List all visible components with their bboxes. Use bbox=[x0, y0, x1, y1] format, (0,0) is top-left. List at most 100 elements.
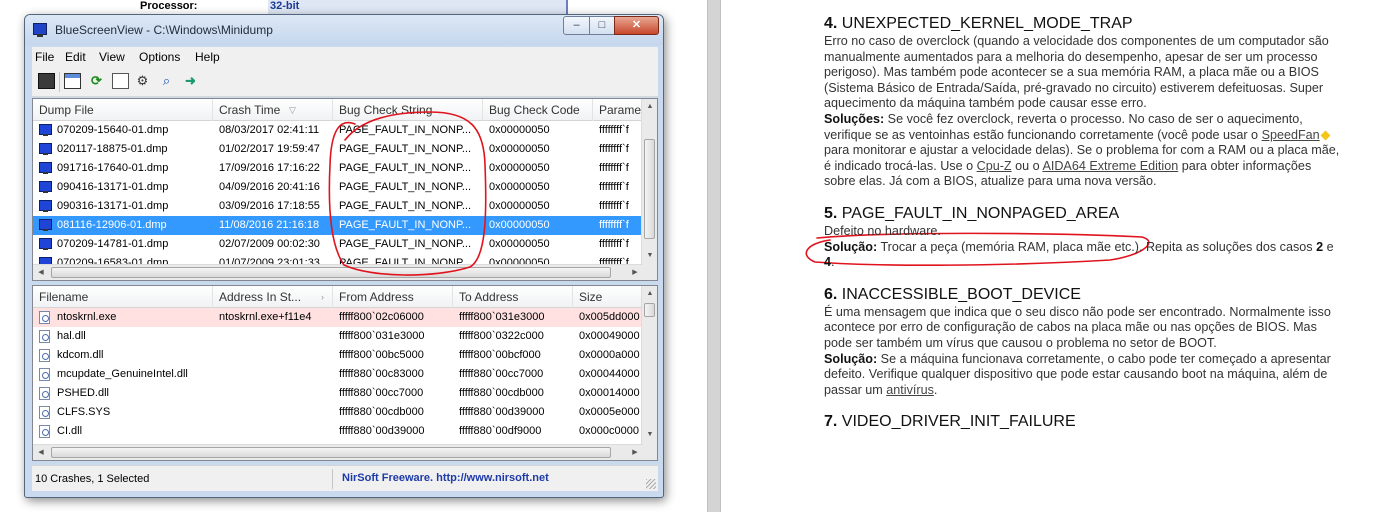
column-address-in-stack[interactable]: Address In St... › bbox=[213, 286, 333, 308]
driver-file-icon bbox=[39, 330, 50, 343]
driver-row[interactable]: kdcom.dll fffff800`00bc5000 fffff800`00bcf… bbox=[33, 346, 643, 365]
scroll-thumb[interactable] bbox=[644, 303, 655, 317]
crash-row[interactable]: 081116-12906-01.dmp 11/08/2016 21:16:18 PA… bbox=[33, 216, 643, 235]
menu-help[interactable]: Help bbox=[195, 50, 220, 64]
column-filename[interactable]: Filename bbox=[33, 286, 213, 308]
menu-file[interactable]: File bbox=[35, 50, 54, 64]
menu-options[interactable]: Options bbox=[139, 50, 180, 64]
section-4-solution: Soluções: Se você fez overclock, reverta… bbox=[824, 111, 1340, 189]
crash-time-cell: 04/09/2016 20:41:16 bbox=[219, 181, 320, 193]
speedfan-link[interactable]: SpeedFan bbox=[1262, 128, 1320, 142]
driver-list-vertical-scrollbar[interactable]: ▲ ▼ bbox=[641, 286, 657, 460]
close-button[interactable]: ✕ bbox=[614, 16, 659, 35]
dump-file-cell: 070209-15640-01.dmp bbox=[57, 124, 169, 136]
address-in-stack-cell bbox=[219, 327, 331, 346]
driver-row[interactable]: mcupdate_GenuineIntel.dll fffff880`00c830… bbox=[33, 365, 643, 384]
sort-indicator-icon: ▽ bbox=[289, 105, 296, 115]
bug-check-string-cell: PAGE_FAULT_IN_NONP... bbox=[339, 124, 472, 136]
dump-file-icon bbox=[39, 200, 52, 212]
crash-row[interactable]: 090416-13171-01.dmp 04/09/2016 20:41:16 PA… bbox=[33, 178, 643, 197]
bluescreenview-window: BlueScreenView - C:\Windows\Minidump – □… bbox=[24, 14, 664, 498]
driver-row[interactable]: PSHED.dll fffff880`00cc7000 fffff880`00cdb… bbox=[33, 384, 643, 403]
scroll-left-arrow-icon[interactable]: ◀ bbox=[33, 445, 49, 460]
section-heading-6: 6. INACCESSIBLE_BOOT_DEVICE bbox=[824, 285, 1081, 303]
menu-view[interactable]: View bbox=[99, 50, 125, 64]
status-bar: 10 Crashes, 1 Selected NirSoft Freeware.… bbox=[32, 465, 658, 491]
nirsoft-link[interactable]: NirSoft Freeware. http://www.nirsoft.net bbox=[342, 472, 549, 484]
resize-grip-icon[interactable] bbox=[646, 479, 656, 489]
driver-file-icon bbox=[39, 368, 50, 381]
address-in-stack-cell bbox=[219, 403, 331, 422]
column-bug-check-string[interactable]: Bug Check String bbox=[333, 99, 483, 121]
crash-row[interactable]: 020117-18875-01.dmp 01/02/2017 19:59:47 PA… bbox=[33, 140, 643, 159]
size-cell: 0x000c0000 bbox=[579, 425, 639, 437]
column-dump-file[interactable]: Dump File bbox=[33, 99, 213, 121]
window-title: BlueScreenView - C:\Windows\Minidump bbox=[55, 23, 273, 37]
title-bar[interactable]: BlueScreenView - C:\Windows\Minidump – □… bbox=[25, 15, 663, 45]
section-5-body: Defeito no hardware. bbox=[824, 223, 941, 238]
bug-check-code-cell: 0x00000050 bbox=[489, 181, 550, 193]
crash-list-vertical-scrollbar[interactable]: ▲ ▼ bbox=[641, 99, 657, 280]
scroll-down-arrow-icon[interactable]: ▼ bbox=[642, 427, 657, 443]
aida64-link[interactable]: AIDA64 Extreme Edition bbox=[1042, 159, 1178, 173]
column-from-address[interactable]: From Address bbox=[333, 286, 453, 308]
parameter-cell: ffffffff`f bbox=[599, 200, 629, 212]
column-bug-check-code[interactable]: Bug Check Code bbox=[483, 99, 593, 121]
section-heading-4: 4. UNEXPECTED_KERNEL_MODE_TRAP bbox=[824, 15, 1133, 32]
refresh-icon[interactable]: ⟳ bbox=[88, 73, 105, 89]
address-in-stack-cell bbox=[219, 422, 331, 441]
crash-row[interactable]: 070209-15640-01.dmp 08/03/2017 02:41:11 PA… bbox=[33, 121, 643, 140]
dump-file-cell: 091716-17640-01.dmp bbox=[57, 162, 169, 174]
column-crash-time[interactable]: Crash Time ▽ bbox=[213, 99, 333, 121]
bug-check-code-cell: 0x00000050 bbox=[489, 238, 550, 250]
parameter-cell: ffffffff`f bbox=[599, 181, 629, 193]
driver-list-header: Filename Address In St... › From Address … bbox=[33, 286, 657, 308]
scroll-thumb[interactable] bbox=[644, 139, 655, 239]
crash-row[interactable]: 090316-13171-01.dmp 03/09/2016 17:18:55 PA… bbox=[33, 197, 643, 216]
crash-time-cell: 02/07/2009 00:02:30 bbox=[219, 238, 320, 250]
dump-file-icon bbox=[39, 162, 52, 174]
crash-time-cell: 11/08/2016 21:16:18 bbox=[219, 219, 320, 231]
menu-edit[interactable]: Edit bbox=[65, 50, 86, 64]
filename-cell: PSHED.dll bbox=[57, 387, 109, 399]
driver-row[interactable]: ntoskrnl.exe ntoskrnl.exe+f11e4 fffff800`0… bbox=[33, 308, 643, 327]
minimize-button[interactable]: – bbox=[563, 16, 590, 35]
page-gutter bbox=[707, 0, 721, 512]
column-to-address[interactable]: To Address bbox=[453, 286, 573, 308]
crash-list-horizontal-scrollbar[interactable]: ◀ ▶ bbox=[33, 264, 643, 280]
exit-icon[interactable]: ➜ bbox=[182, 73, 199, 89]
copy-icon[interactable] bbox=[112, 73, 129, 89]
driver-file-icon bbox=[39, 387, 50, 400]
scroll-down-arrow-icon[interactable]: ▼ bbox=[642, 248, 657, 264]
to-address-cell: fffff880`00df9000 bbox=[459, 425, 542, 437]
save-icon[interactable] bbox=[38, 73, 55, 89]
antivirus-link[interactable]: antivírus bbox=[886, 383, 934, 397]
find-icon[interactable]: ⌕ bbox=[158, 73, 175, 89]
from-address-cell: fffff880`00cdb000 bbox=[339, 406, 424, 418]
from-address-cell: fffff800`00bc5000 bbox=[339, 349, 424, 361]
column-crash-time-label: Crash Time bbox=[219, 103, 281, 117]
scroll-right-arrow-icon[interactable]: ▶ bbox=[627, 265, 643, 280]
cpu-z-link[interactable]: Cpu-Z bbox=[977, 159, 1012, 173]
properties-icon[interactable]: ⚙ bbox=[134, 73, 151, 89]
driver-row[interactable]: CLFS.SYS fffff880`00cdb000 fffff880`00d390… bbox=[33, 403, 643, 422]
scroll-thumb[interactable] bbox=[51, 447, 611, 458]
scroll-up-arrow-icon[interactable]: ▲ bbox=[642, 286, 657, 302]
scroll-thumb[interactable] bbox=[51, 267, 611, 278]
html-report-icon[interactable] bbox=[64, 73, 81, 89]
driver-list-horizontal-scrollbar[interactable]: ◀ ▶ bbox=[33, 444, 643, 460]
scroll-right-arrow-icon[interactable]: ▶ bbox=[627, 445, 643, 460]
from-address-cell: fffff880`00cc7000 bbox=[339, 387, 424, 399]
bug-check-string-cell: PAGE_FAULT_IN_NONP... bbox=[339, 143, 472, 155]
driver-file-icon bbox=[39, 349, 50, 362]
maximize-button[interactable]: □ bbox=[589, 16, 615, 35]
dump-file-icon bbox=[39, 238, 52, 250]
driver-row[interactable]: CI.dll fffff880`00d39000 fffff880`00df9000… bbox=[33, 422, 643, 441]
driver-row[interactable]: hal.dll fffff800`031e3000 fffff800`0322c00… bbox=[33, 327, 643, 346]
driver-file-icon bbox=[39, 311, 50, 324]
crash-row[interactable]: 070209-14781-01.dmp 02/07/2009 00:02:30 PA… bbox=[33, 235, 643, 254]
scroll-left-arrow-icon[interactable]: ◀ bbox=[33, 265, 49, 280]
scroll-up-arrow-icon[interactable]: ▲ bbox=[642, 99, 657, 115]
to-address-cell: fffff880`00d39000 bbox=[459, 406, 545, 418]
crash-row[interactable]: 091716-17640-01.dmp 17/09/2016 17:16:22 PA… bbox=[33, 159, 643, 178]
